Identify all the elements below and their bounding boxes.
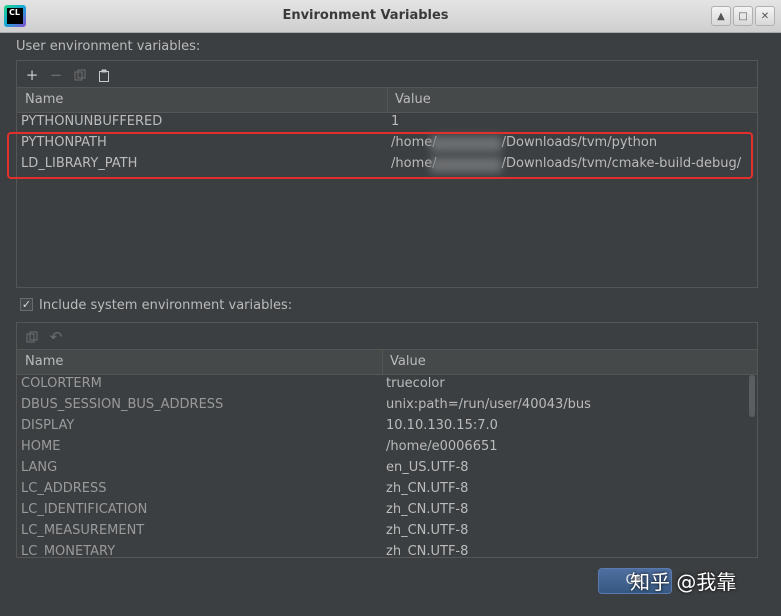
table-header: Name Value: [17, 87, 757, 113]
env-value-cell[interactable]: en_US.UTF-8: [386, 460, 469, 475]
table-row[interactable]: PYTHONUNBUFFERED 1: [17, 112, 757, 133]
env-name-cell[interactable]: PYTHONUNBUFFERED: [21, 114, 162, 129]
table-row[interactable]: LC_ADDRESS zh_CN.UTF-8: [17, 479, 757, 500]
column-divider[interactable]: [382, 350, 383, 374]
table-row[interactable]: DISPLAY 10.10.130.15:7.0: [17, 416, 757, 437]
table-row[interactable]: LANG en_US.UTF-8: [17, 458, 757, 479]
env-name-cell[interactable]: DISPLAY: [21, 418, 74, 433]
env-value-cell[interactable]: unix:path=/run/user/40043/bus: [386, 397, 591, 412]
table-row[interactable]: HOME /home/e0006651: [17, 437, 757, 458]
close-icon[interactable]: ✕: [755, 6, 775, 26]
env-value-cell[interactable]: zh_CN.UTF-8: [386, 481, 468, 496]
env-name-cell[interactable]: LC_MEASUREMENT: [21, 523, 144, 538]
env-value-cell[interactable]: 10.10.130.15:7.0: [386, 418, 498, 433]
maximize-icon[interactable]: □: [733, 6, 753, 26]
env-name-cell[interactable]: HOME: [21, 439, 60, 454]
system-env-table: Name Value COLORTERM truecolor DBUS_SESS…: [17, 349, 757, 557]
env-value-cell[interactable]: zh_CN.UTF-8: [386, 544, 468, 557]
env-value-cell[interactable]: zh_CN.UTF-8: [386, 523, 468, 538]
column-header-name[interactable]: Name: [25, 92, 63, 107]
env-name-cell[interactable]: LC_MONETARY: [21, 544, 115, 557]
minimize-icon[interactable]: ▲: [711, 6, 731, 26]
table-row[interactable]: LC_IDENTIFICATION zh_CN.UTF-8: [17, 500, 757, 521]
column-header-value[interactable]: Value: [395, 92, 431, 107]
env-name-cell[interactable]: COLORTERM: [21, 376, 102, 391]
window-controls: ▲ □ ✕: [711, 6, 775, 26]
env-name-cell[interactable]: DBUS_SESSION_BUS_ADDRESS: [21, 397, 223, 412]
paste-icon[interactable]: [95, 66, 113, 84]
system-env-toolbar: ↶: [17, 323, 757, 351]
env-value-cell[interactable]: zh_CN.UTF-8: [386, 502, 468, 517]
vertical-scrollbar[interactable]: [747, 375, 757, 557]
table-row[interactable]: LC_MEASUREMENT zh_CN.UTF-8: [17, 521, 757, 542]
user-env-toolbar: + −: [17, 61, 757, 89]
env-name-cell[interactable]: LC_ADDRESS: [21, 481, 106, 496]
column-header-value[interactable]: Value: [390, 354, 426, 369]
title-bar: CL Environment Variables ▲ □ ✕: [0, 0, 781, 33]
scrollbar-thumb[interactable]: [749, 375, 755, 417]
remove-icon[interactable]: −: [47, 66, 65, 84]
highlight-annotation: [7, 132, 753, 179]
env-value-cell[interactable]: 1: [391, 114, 399, 129]
table-row[interactable]: LC_MONETARY zh_CN.UTF-8: [17, 542, 757, 557]
env-name-cell[interactable]: LC_IDENTIFICATION: [21, 502, 147, 517]
env-value-cell[interactable]: /home/e0006651: [386, 439, 498, 454]
system-env-panel: ↶ Name Value COLORTERM truecolor DBUS_SE…: [16, 322, 758, 558]
column-divider[interactable]: [387, 88, 388, 112]
include-system-env-checkbox[interactable]: ✓: [20, 298, 33, 311]
watermark-text: 知乎 @我靠: [630, 570, 737, 594]
window-title: Environment Variables: [282, 8, 449, 23]
table-header: Name Value: [17, 349, 757, 375]
add-icon[interactable]: +: [23, 66, 41, 84]
include-system-env-label[interactable]: Include system environment variables:: [39, 298, 292, 313]
user-env-table: Name Value PYTHONUNBUFFERED 1 PYTHONPATH…: [17, 87, 757, 287]
user-env-label: User environment variables:: [16, 39, 201, 54]
table-row[interactable]: DBUS_SESSION_BUS_ADDRESS unix:path=/run/…: [17, 395, 757, 416]
env-value-cell[interactable]: truecolor: [386, 376, 445, 391]
env-name-cell[interactable]: LANG: [21, 460, 57, 475]
table-row[interactable]: COLORTERM truecolor: [17, 374, 757, 395]
column-header-name[interactable]: Name: [25, 354, 63, 369]
restore-icon[interactable]: ↶: [47, 328, 65, 346]
copy-icon[interactable]: [71, 66, 89, 84]
copy-icon[interactable]: [23, 328, 41, 346]
